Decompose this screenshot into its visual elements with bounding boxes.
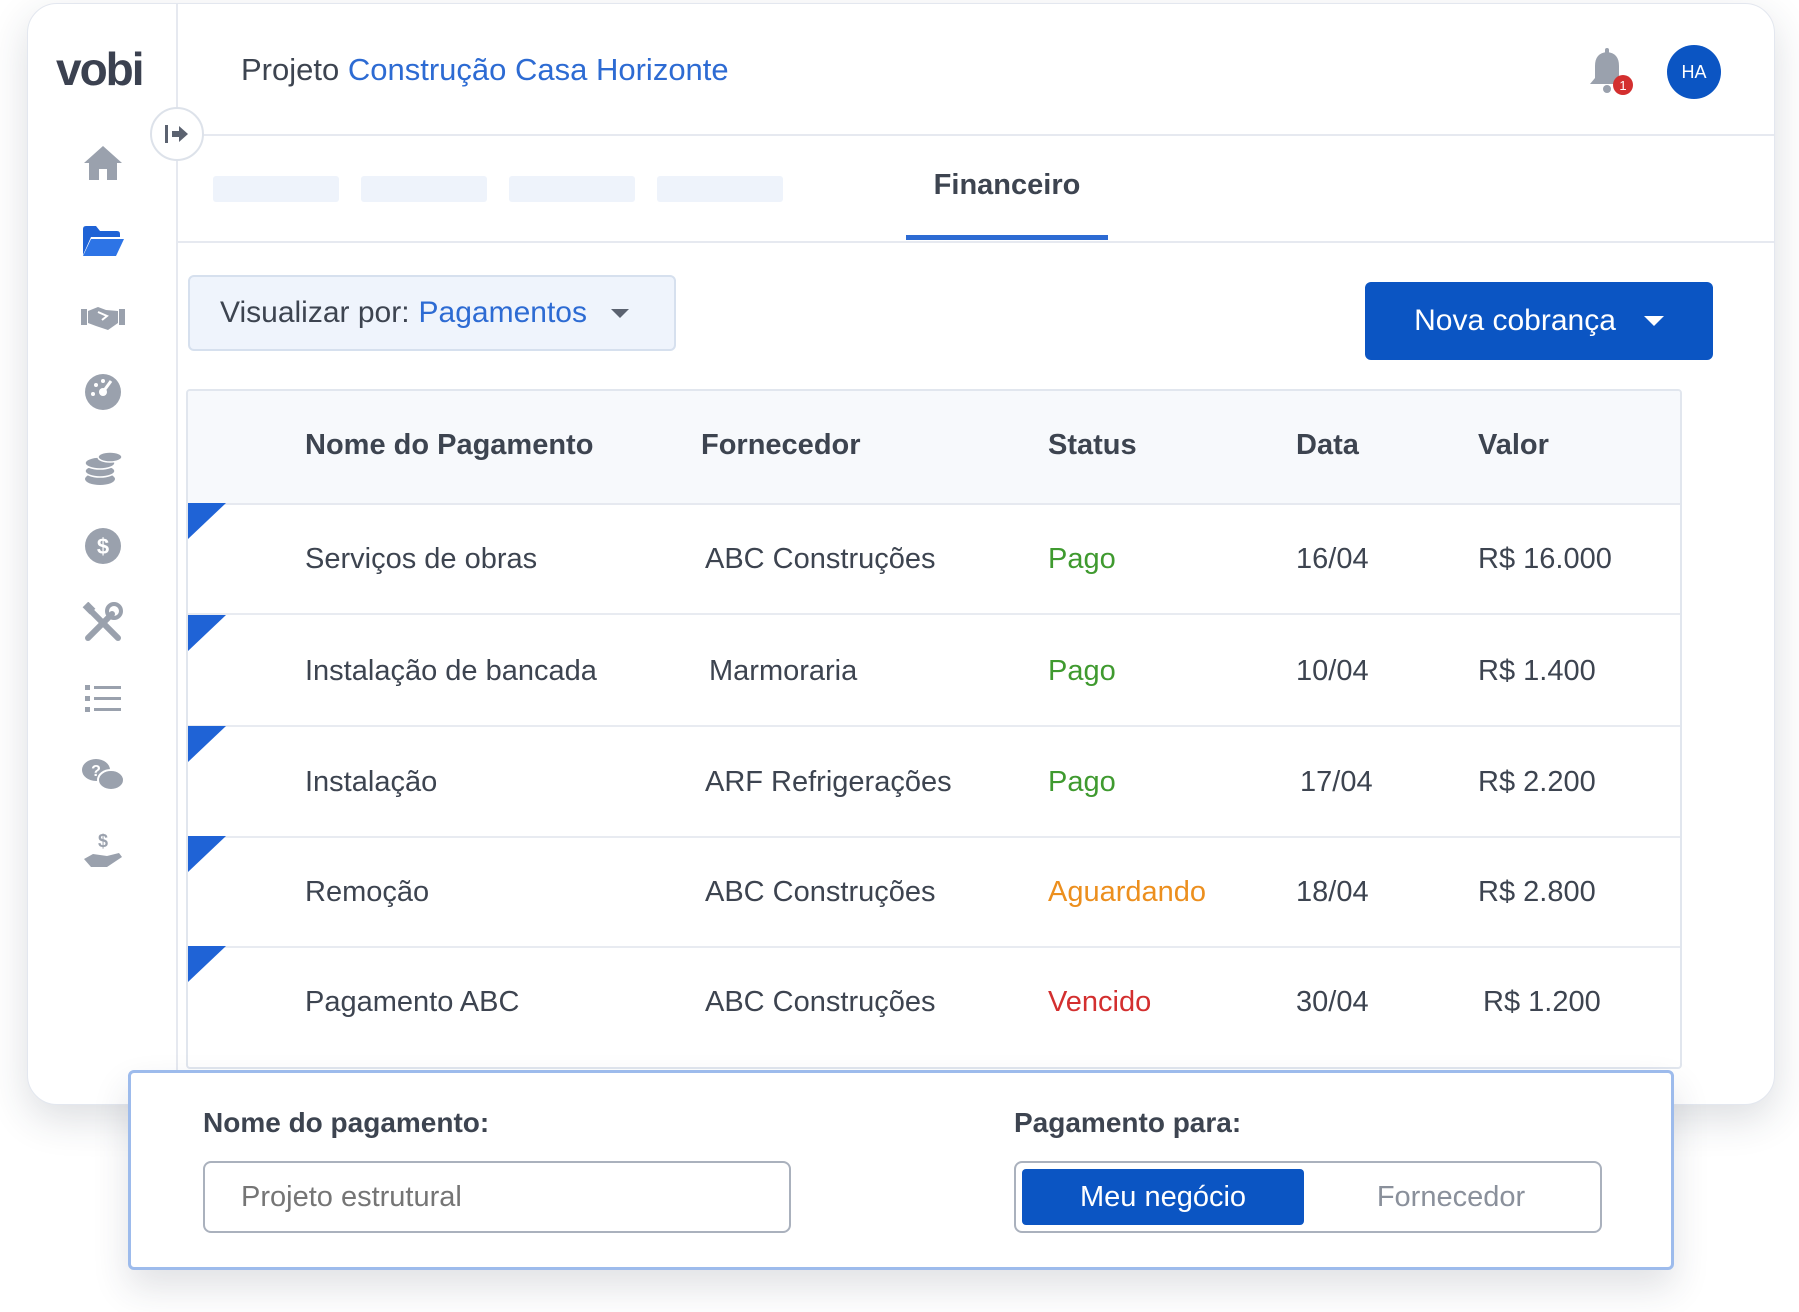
tab-placeholder[interactable] bbox=[213, 176, 339, 202]
payment-name: Remoção bbox=[305, 876, 430, 908]
column-header-date[interactable]: Data bbox=[1296, 429, 1359, 462]
project-name-link[interactable]: Construção Casa Horizonte bbox=[348, 52, 729, 87]
payment-name-input[interactable] bbox=[203, 1161, 791, 1233]
coins-icon[interactable] bbox=[78, 444, 128, 494]
row-flag-marker bbox=[188, 946, 226, 982]
view-by-value: Pagamentos bbox=[418, 296, 587, 329]
column-header-value[interactable]: Valor bbox=[1478, 429, 1549, 462]
payment-date: 10/04 bbox=[1296, 655, 1369, 687]
chevron-down-icon bbox=[611, 308, 629, 318]
top-bar: Projeto Construção Casa Horizonte 1 HA bbox=[178, 4, 1774, 136]
view-by-label: Visualizar por: bbox=[220, 296, 410, 329]
row-flag-marker bbox=[188, 836, 226, 872]
row-flag-marker bbox=[188, 726, 226, 762]
folder-icon[interactable] bbox=[78, 216, 128, 266]
row-flag-marker bbox=[188, 615, 226, 651]
row-flag-marker bbox=[188, 503, 226, 539]
table-header: Nome do Pagamento Fornecedor Status Data… bbox=[188, 391, 1680, 505]
arrow-right-icon bbox=[165, 125, 188, 143]
dollar-circle-icon[interactable]: $ bbox=[78, 521, 128, 571]
payment-supplier: ABC Construções bbox=[705, 876, 936, 908]
tab-placeholder[interactable] bbox=[657, 176, 783, 202]
payment-date: 16/04 bbox=[1296, 543, 1369, 575]
payment-value: R$ 16.000 bbox=[1478, 543, 1612, 575]
column-header-status[interactable]: Status bbox=[1048, 429, 1137, 462]
notification-badge: 1 bbox=[1613, 75, 1633, 95]
list-icon[interactable] bbox=[78, 674, 128, 724]
pay-to-option-my-business[interactable]: Meu negócio bbox=[1022, 1169, 1304, 1225]
payment-date: 18/04 bbox=[1296, 876, 1369, 908]
tab-bar: Financeiro bbox=[178, 136, 1774, 243]
pay-to-option-supplier[interactable]: Fornecedor bbox=[1306, 1169, 1596, 1225]
tab-placeholder[interactable] bbox=[509, 176, 635, 202]
payment-status: Pago bbox=[1048, 766, 1116, 798]
view-by-select[interactable]: Visualizar por: Pagamentos bbox=[188, 275, 676, 351]
svg-text:$: $ bbox=[98, 831, 108, 851]
home-icon[interactable] bbox=[78, 138, 128, 188]
column-header-name[interactable]: Nome do Pagamento bbox=[305, 429, 593, 462]
tab-placeholder[interactable] bbox=[361, 176, 487, 202]
table-row[interactable]: Pagamento ABC ABC Construções Vencido 30… bbox=[188, 946, 1680, 1056]
chat-help-icon[interactable]: ? bbox=[78, 750, 128, 800]
new-payment-panel: Nome do pagamento: Pagamento para: Meu n… bbox=[128, 1070, 1674, 1270]
payment-value: R$ 2.800 bbox=[1478, 876, 1596, 908]
table-row[interactable]: Instalação de bancada Marmoraria Pago 10… bbox=[188, 615, 1680, 727]
payment-status: Vencido bbox=[1048, 986, 1152, 1018]
svg-text:$: $ bbox=[97, 534, 109, 559]
payment-supplier: ABC Construções bbox=[705, 986, 936, 1018]
payments-table: Nome do Pagamento Fornecedor Status Data… bbox=[186, 389, 1682, 1069]
collapse-sidebar-button[interactable] bbox=[150, 107, 204, 161]
pay-to-toggle: Meu negócio Fornecedor bbox=[1014, 1161, 1602, 1233]
payment-date: 30/04 bbox=[1296, 986, 1369, 1018]
tools-icon[interactable] bbox=[78, 598, 128, 648]
payment-name: Serviços de obras bbox=[305, 543, 538, 575]
payment-name: Pagamento ABC bbox=[305, 986, 520, 1018]
vobi-logo[interactable]: vobi bbox=[56, 42, 145, 96]
pay-to-label: Pagamento para: bbox=[1014, 1107, 1242, 1138]
hand-dollar-icon[interactable]: $ bbox=[78, 826, 128, 876]
payment-status: Aguardando bbox=[1048, 876, 1207, 908]
new-charge-label: Nova cobrança bbox=[1414, 304, 1616, 337]
column-header-supplier[interactable]: Fornecedor bbox=[701, 429, 861, 462]
avatar[interactable]: HA bbox=[1667, 45, 1721, 99]
payment-value: R$ 1.200 bbox=[1483, 986, 1601, 1018]
tab-financeiro[interactable]: Financeiro bbox=[906, 136, 1108, 240]
gauge-icon[interactable] bbox=[78, 367, 128, 417]
payment-status: Pago bbox=[1048, 655, 1116, 687]
new-charge-button[interactable]: Nova cobrança bbox=[1365, 282, 1713, 360]
payment-name: Instalação bbox=[305, 766, 438, 798]
payment-status: Pago bbox=[1048, 543, 1116, 575]
payment-supplier: ABC Construções bbox=[705, 543, 936, 575]
table-row[interactable]: Instalação ARF Refrigerações Pago 17/04 … bbox=[188, 726, 1680, 838]
payment-date: 17/04 bbox=[1300, 766, 1373, 798]
table-row[interactable]: Remoção ABC Construções Aguardando 18/04… bbox=[188, 836, 1680, 948]
page-title: Projeto Construção Casa Horizonte bbox=[241, 52, 729, 88]
table-row[interactable]: Serviços de obras ABC Construções Pago 1… bbox=[188, 503, 1680, 615]
handshake-icon[interactable] bbox=[78, 292, 128, 342]
payment-value: R$ 2.200 bbox=[1478, 766, 1596, 798]
payment-supplier: ARF Refrigerações bbox=[705, 766, 952, 798]
sidebar: vobi $ ? $ bbox=[28, 4, 178, 1104]
chevron-down-icon bbox=[1643, 316, 1664, 326]
payment-value: R$ 1.400 bbox=[1478, 655, 1596, 687]
payment-name-label: Nome do pagamento: bbox=[203, 1107, 490, 1138]
project-prefix: Projeto bbox=[241, 52, 340, 87]
payment-supplier: Marmoraria bbox=[709, 655, 858, 687]
payment-name: Instalação de bancada bbox=[305, 655, 597, 687]
